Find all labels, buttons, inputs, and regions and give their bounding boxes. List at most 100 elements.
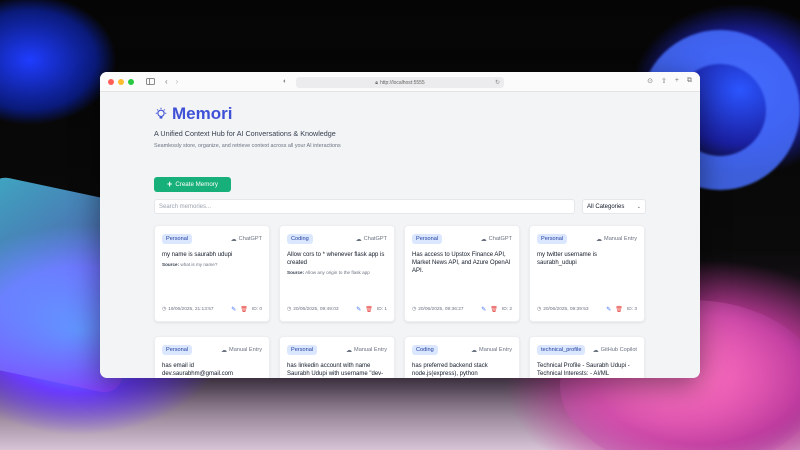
memory-date: 19/06/2025, 21:13:57 [168, 307, 214, 312]
memory-source-query: Source: Allow any origin to the flask ap… [287, 270, 370, 275]
trash-icon[interactable]: 🗑︎ [365, 306, 373, 313]
memory-id: ID: 3 [626, 307, 637, 312]
cloud-icon: ☁ [221, 347, 228, 354]
category-badge: Personal [162, 234, 193, 244]
memory-card[interactable]: Personal ☁ Manual Entry has linkedin acco… [279, 336, 395, 378]
cloud-icon: ☁ [480, 236, 487, 243]
tab-overview-icon[interactable]: ⧉ [687, 77, 692, 85]
new-tab-icon[interactable]: + [675, 77, 679, 85]
page-title: Memori [172, 104, 233, 123]
memory-text: Has access to Upstox Finance API, Market… [412, 252, 511, 274]
app-subtitle: A Unified Context Hub for AI Conversatio… [154, 129, 336, 138]
cloud-icon: ☁ [346, 347, 353, 354]
source-label: ☁ ChatGPT [230, 236, 262, 243]
sidebar-toggle-icon[interactable] [146, 78, 155, 85]
source-label: ☁ Manual Entry [221, 347, 262, 354]
clock-icon: ◷ [287, 307, 292, 312]
clock-icon: ◷ [412, 307, 417, 312]
category-badge: Personal [162, 345, 193, 355]
card-footer: ◷ 20/06/2025, 09:49:03 ✎ 🗑︎ ID: 1 [287, 306, 387, 313]
edit-icon[interactable]: ✎ [356, 306, 361, 313]
cloud-icon: ☁ [471, 347, 478, 354]
forward-icon[interactable]: › [176, 77, 179, 86]
memory-date: 20/06/2025, 09:39:53 [543, 307, 589, 312]
create-memory-button[interactable]: + Create Memory [154, 177, 231, 192]
memory-text: has linkedin account with name Saurabh U… [287, 363, 384, 377]
search-input[interactable]: Search memories... [154, 199, 575, 214]
cloud-icon: ☁ [355, 236, 362, 243]
card-footer: ◷ 19/06/2025, 21:13:57 ✎ 🗑︎ ID: 0 [162, 306, 262, 313]
memory-date: 20/06/2025, 09:49:03 [293, 307, 339, 312]
close-window-button[interactable] [108, 78, 114, 85]
edit-icon[interactable]: ✎ [481, 306, 486, 313]
share-icon[interactable]: ⇧ [661, 77, 667, 85]
memory-text: my twitter username is saurabh_udupi [537, 252, 598, 266]
lock-icon: 🔒︎ [375, 79, 378, 86]
app-header: Memori A Unified Context Hub for AI Conv… [154, 104, 341, 149]
category-select[interactable]: All Categories ⌄ [582, 199, 646, 214]
window-controls [108, 78, 134, 85]
browser-toolbar: ‹ › ◐ 🔒︎ http://localhost:5555 ↻ ⊙ ⇧ + ⧉ [100, 72, 700, 92]
memory-text: Allow cors to * whenever flask app is cr… [287, 252, 385, 266]
source-label: ☁ GitHub Copilot [592, 347, 637, 354]
memory-card[interactable]: Coding ☁ ChatGPT Allow cors to * whenever… [279, 225, 395, 322]
memory-card[interactable]: Personal ☁ Manual Entry has email id dev.… [154, 336, 270, 378]
create-memory-label: Create Memory [175, 181, 218, 188]
app-content: Memori A Unified Context Hub for AI Conv… [100, 92, 700, 378]
category-badge: Personal [537, 234, 568, 244]
clock-icon: ◷ [537, 307, 542, 312]
cloud-icon: ☁ [596, 236, 603, 243]
toolbar-actions: ⊙ ⇧ + ⧉ [647, 77, 692, 85]
memory-text: my name is saurabh udupi [162, 252, 233, 258]
memory-id: ID: 0 [251, 307, 262, 312]
category-badge: Personal [412, 234, 443, 244]
category-selected: All Categories [587, 203, 625, 210]
card-footer: ◷ 20/06/2025, 09:39:53 ✎ 🗑︎ ID: 3 [537, 306, 637, 313]
browser-window: ‹ › ◐ 🔒︎ http://localhost:5555 ↻ ⊙ ⇧ + ⧉ [100, 72, 700, 378]
card-footer: ◷ 20/06/2025, 09:36:27 ✎ 🗑︎ ID: 2 [412, 306, 512, 313]
chevron-down-icon: ⌄ [636, 203, 641, 210]
memory-id: ID: 2 [501, 307, 512, 312]
trash-icon[interactable]: 🗑︎ [490, 306, 498, 313]
source-label: ☁ Manual Entry [346, 347, 387, 354]
memory-text: has preferred backend stack node.js(expr… [412, 363, 488, 377]
lightbulb-icon [155, 107, 167, 119]
memory-id: ID: 1 [376, 307, 387, 312]
memory-text: Technical Profile - Saurabh Udupi - Tech… [537, 363, 630, 377]
memory-date: 20/06/2025, 09:36:27 [418, 307, 464, 312]
edit-icon[interactable]: ✎ [606, 306, 611, 313]
cloud-icon: ☁ [592, 347, 599, 354]
address-bar[interactable]: 🔒︎ http://localhost:5555 ↻ [296, 77, 504, 88]
source-label: ☁ Manual Entry [596, 236, 637, 243]
source-label: ☁ Manual Entry [471, 347, 512, 354]
url-text: http://localhost:5555 [379, 79, 425, 86]
category-badge: Coding [287, 234, 313, 244]
memory-card[interactable]: Personal ☁ Manual Entry my twitter userna… [529, 225, 645, 322]
maximize-window-button[interactable] [128, 78, 134, 85]
minimize-window-button[interactable] [118, 78, 124, 85]
category-badge: Personal [287, 345, 318, 355]
search-placeholder: Search memories... [159, 203, 212, 210]
category-badge: Coding [412, 345, 438, 355]
memory-text: has email id dev.saurabhm@gmail.com [162, 363, 234, 377]
app-tagline: Seamlessly store, organize, and retrieve… [154, 143, 341, 149]
plus-icon: + [167, 179, 173, 189]
brand: Memori [154, 104, 341, 124]
memory-source-query: Source: what is my name? [162, 262, 218, 267]
source-label: ☁ ChatGPT [355, 236, 387, 243]
memory-card[interactable]: Personal ☁ ChatGPT my name is saurabh udu… [154, 225, 270, 322]
memory-card[interactable]: Coding ☁ Manual Entry has preferred backe… [404, 336, 520, 378]
trash-icon[interactable]: 🗑︎ [615, 306, 623, 313]
back-icon[interactable]: ‹ [165, 77, 168, 86]
memory-card[interactable]: technical_profile ☁ GitHub Copilot Techni… [529, 336, 645, 378]
cloud-icon: ☁ [230, 236, 237, 243]
reload-icon[interactable]: ↻ [495, 79, 500, 86]
source-label: ☁ ChatGPT [480, 236, 512, 243]
trash-icon[interactable]: 🗑︎ [240, 306, 248, 313]
edit-icon[interactable]: ✎ [231, 306, 236, 313]
clock-icon: ◷ [162, 307, 167, 312]
memory-card[interactable]: Personal ☁ ChatGPT Has access to Upstox F… [404, 225, 520, 322]
downloads-icon[interactable]: ⊙ [647, 77, 653, 85]
shield-icon[interactable]: ◐ [283, 78, 287, 85]
category-badge: technical_profile [537, 345, 586, 355]
